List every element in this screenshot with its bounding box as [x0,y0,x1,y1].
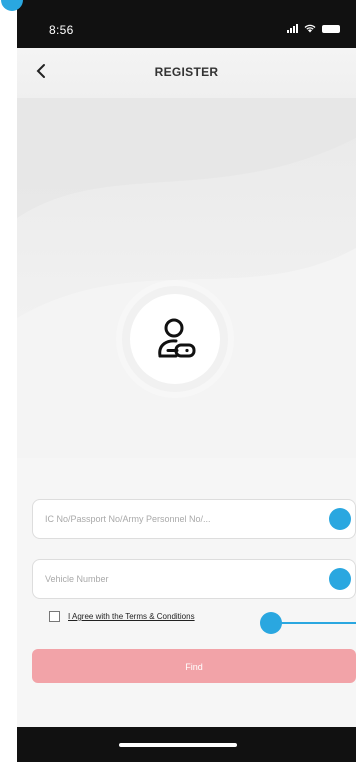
vehicle-number-field[interactable] [32,559,356,599]
wifi-icon [304,24,316,33]
annotation-marker [329,508,351,530]
status-time: 8:56 [49,23,74,37]
terms-row: I Agree with the Terms & Conditions [49,611,195,622]
terms-checkbox[interactable] [49,611,60,622]
find-button[interactable]: Find [32,649,356,683]
battery-icon [322,24,340,33]
status-icons [287,24,340,33]
user-key-icon [158,318,196,358]
status-bar: 8:56 [17,0,356,48]
home-bar [17,727,356,762]
signal-icon [287,24,298,33]
phone-screen: 8:56 REGISTER IC No/Passport No/Army Per… [17,0,356,762]
home-indicator[interactable] [119,743,237,747]
avatar [122,286,228,392]
annotation-line [276,622,356,624]
vehicle-number-input[interactable] [33,560,325,598]
screenshot-canvas: 8:56 REGISTER IC No/Passport No/Army Per… [0,0,356,762]
id-number-input[interactable] [33,500,325,538]
background-wave [17,98,356,458]
page-title: REGISTER [154,65,219,79]
avatar-circle [130,294,220,384]
id-number-field[interactable] [32,499,356,539]
header: REGISTER [17,48,356,98]
annotation-marker [329,568,351,590]
terms-link[interactable]: I Agree with the Terms & Conditions [68,612,195,621]
